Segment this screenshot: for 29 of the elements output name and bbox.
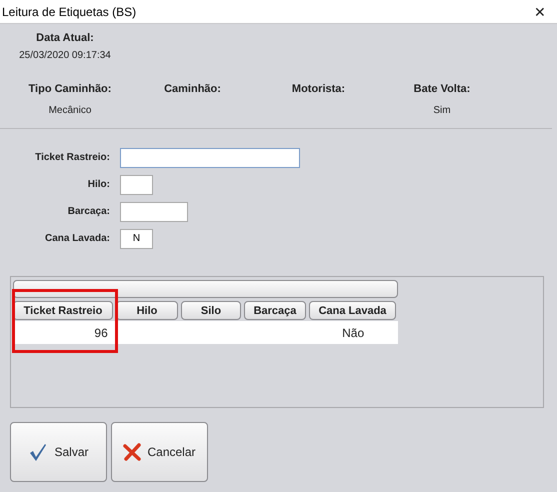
date-label: Data Atual: <box>36 32 94 44</box>
cancel-button[interactable]: Cancelar <box>111 422 208 482</box>
info-value: Sim <box>433 105 451 116</box>
field-label: Barcaça: <box>66 206 111 217</box>
column-header[interactable]: Ticket Rastreio <box>13 301 113 320</box>
info-label: Bate Volta: <box>414 83 470 95</box>
column-header[interactable]: Cana Lavada <box>309 301 396 320</box>
close-button[interactable]: ✕ <box>523 0 557 22</box>
info-value: Mecânico <box>48 105 92 116</box>
input-field[interactable]: N <box>120 228 153 248</box>
table-cell-text: Não <box>341 326 366 340</box>
column-header[interactable]: Silo <box>181 301 241 320</box>
checkmark-icon <box>28 442 48 462</box>
column-header[interactable]: Barcaça <box>244 301 306 320</box>
input-field[interactable] <box>120 174 153 194</box>
column-header[interactable]: Hilo <box>116 301 178 320</box>
table-cell-text: 96 <box>93 326 109 340</box>
info-label: Tipo Caminhão: <box>28 83 112 95</box>
field-label: Hilo: <box>86 179 111 190</box>
input-field[interactable] <box>120 202 188 222</box>
date-value: 25/03/2020 09:17:34 <box>19 50 111 61</box>
field-label: Ticket Rastreio: <box>34 152 111 163</box>
cross-icon <box>123 443 142 461</box>
window-title: Leitura de Etiquetas (BS) <box>2 4 136 18</box>
field-label: Cana Lavada: <box>44 233 111 244</box>
input-field[interactable] <box>120 148 300 168</box>
info-label: Caminhão: <box>164 83 221 95</box>
save-button[interactable]: Salvar <box>10 422 107 482</box>
info-label: Motorista: <box>292 83 346 95</box>
